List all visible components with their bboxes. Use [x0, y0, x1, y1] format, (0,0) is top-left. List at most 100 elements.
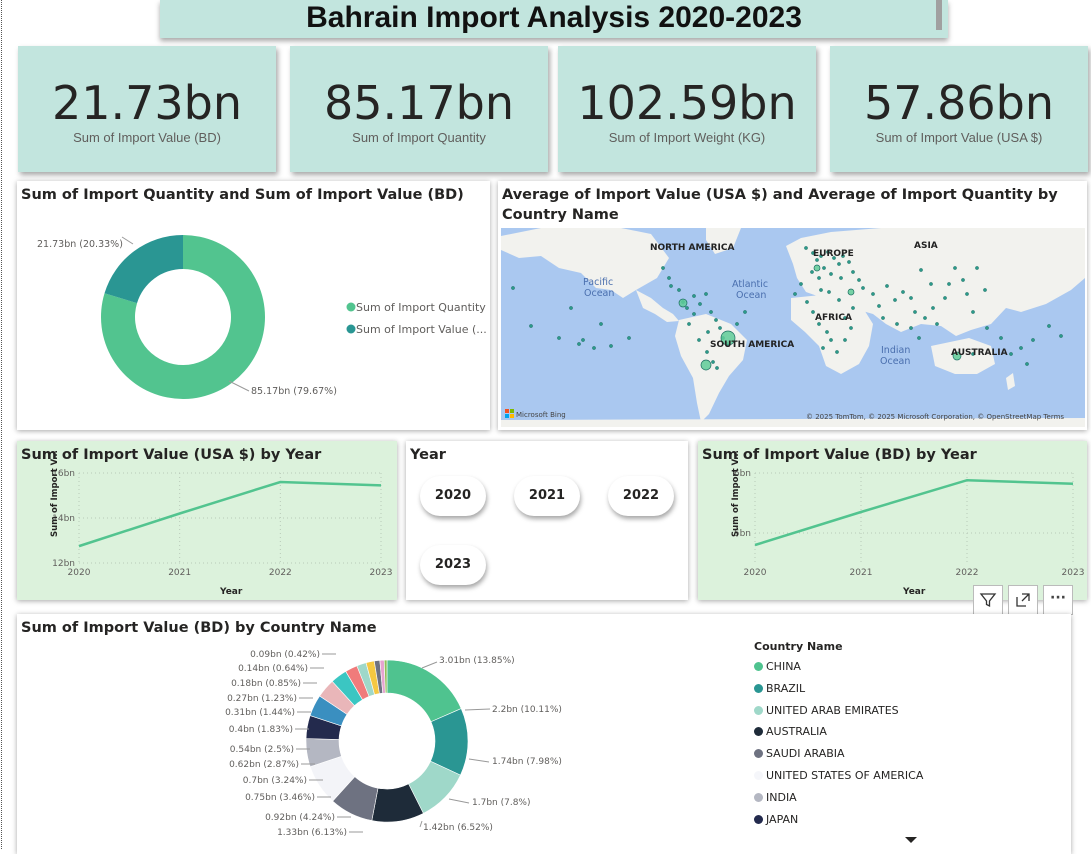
country-marker[interactable]	[709, 310, 713, 314]
country-marker[interactable]	[895, 322, 899, 326]
legend-item[interactable]: BRAZIL	[754, 682, 805, 695]
legend-item[interactable]: JAPAN	[754, 813, 798, 826]
country-marker[interactable]	[581, 338, 585, 342]
year-button-2021[interactable]: 2021	[514, 476, 580, 516]
donut-slice[interactable]	[386, 659, 462, 723]
country-marker[interactable]	[893, 298, 897, 302]
country-marker[interactable]	[961, 278, 965, 282]
country-marker[interactable]	[677, 288, 681, 292]
country-marker[interactable]	[705, 350, 709, 354]
country-marker[interactable]	[913, 310, 917, 314]
country-marker[interactable]	[909, 326, 913, 330]
country-marker[interactable]	[715, 366, 719, 370]
map-attribution[interactable]: © 2025 TomTom, © 2025 Microsoft Corporat…	[806, 413, 1064, 421]
kpi-card-import-value-bd[interactable]: 21.73bn Sum of Import Value (BD)	[18, 46, 276, 172]
country-marker[interactable]	[849, 326, 853, 330]
country-marker[interactable]	[881, 316, 885, 320]
country-marker[interactable]	[793, 292, 797, 296]
year-button-2020[interactable]: 2020	[420, 476, 486, 516]
country-marker[interactable]	[919, 268, 923, 272]
country-map-card[interactable]: Average of Import Value (USA $) and Aver…	[498, 181, 1087, 430]
country-marker[interactable]	[799, 282, 803, 286]
country-marker[interactable]	[667, 276, 671, 280]
country-marker[interactable]	[692, 312, 696, 316]
country-marker[interactable]	[975, 266, 979, 270]
country-marker[interactable]	[822, 266, 826, 270]
country-marker[interactable]	[825, 330, 829, 334]
usd-by-year-line-card[interactable]: Sum of Import Value (USA $) by Year 16bn…	[17, 441, 397, 600]
country-marker-large[interactable]	[813, 264, 821, 272]
country-marker[interactable]	[804, 246, 808, 250]
series-line[interactable]	[78, 480, 382, 548]
country-marker[interactable]	[1025, 362, 1029, 366]
country-marker[interactable]	[711, 360, 715, 364]
country-donut-card[interactable]: Sum of Import Value (BD) by Country Name…	[17, 614, 1071, 854]
kpi-card-import-weight[interactable]: 102.59bn Sum of Import Weight (KG)	[558, 46, 816, 172]
legend-item[interactable]: SAUDI ARABIA	[754, 747, 845, 760]
legend-item[interactable]: AUSTRALIA	[754, 725, 827, 738]
country-marker[interactable]	[837, 298, 841, 302]
country-marker[interactable]	[821, 346, 825, 350]
country-marker[interactable]	[829, 272, 833, 276]
country-marker[interactable]	[877, 304, 881, 308]
country-marker[interactable]	[511, 286, 515, 290]
country-marker[interactable]	[971, 310, 975, 314]
country-marker[interactable]	[714, 318, 718, 322]
country-marker[interactable]	[923, 316, 927, 320]
country-marker[interactable]	[697, 338, 701, 342]
country-marker[interactable]	[917, 336, 921, 340]
country-marker[interactable]	[557, 336, 561, 340]
country-marker[interactable]	[1031, 338, 1035, 342]
country-marker[interactable]	[592, 346, 596, 350]
legend-item[interactable]: INDIA	[754, 791, 797, 804]
country-marker[interactable]	[947, 282, 951, 286]
year-button-2023[interactable]: 2023	[420, 545, 486, 585]
country-marker[interactable]	[529, 324, 533, 328]
country-marker[interactable]	[685, 306, 689, 310]
country-marker[interactable]	[805, 300, 809, 304]
country-marker[interactable]	[1009, 352, 1013, 356]
year-slicer-card[interactable]: Year 2020 2021 2022 2023	[406, 441, 688, 600]
country-marker[interactable]	[929, 282, 933, 286]
country-marker[interactable]	[965, 292, 969, 296]
country-marker[interactable]	[827, 290, 831, 294]
country-marker[interactable]	[718, 326, 722, 330]
country-marker[interactable]	[577, 342, 581, 346]
country-marker[interactable]	[901, 290, 905, 294]
legend-item[interactable]: UNITED ARAB EMIRATES	[754, 704, 899, 717]
country-marker[interactable]	[843, 338, 847, 342]
country-marker-large[interactable]	[700, 359, 712, 371]
country-marker[interactable]	[931, 306, 935, 310]
country-marker[interactable]	[839, 276, 843, 280]
legend-label-quantity[interactable]: Sum of Import Quantity	[356, 301, 486, 314]
country-marker[interactable]	[885, 284, 889, 288]
legend-item[interactable]: UNITED STATES OF AMERICA	[754, 769, 923, 782]
country-marker-large[interactable]	[847, 288, 855, 296]
country-marker[interactable]	[861, 286, 865, 290]
country-marker[interactable]	[837, 262, 841, 266]
more-options-icon[interactable]: ···	[1043, 585, 1073, 615]
country-marker[interactable]	[829, 338, 833, 342]
country-marker[interactable]	[835, 350, 839, 354]
country-marker[interactable]	[627, 336, 631, 340]
country-marker[interactable]	[569, 306, 573, 310]
kpi-card-import-quantity[interactable]: 85.17bn Sum of Import Quantity	[290, 46, 548, 172]
country-marker-large[interactable]	[678, 298, 688, 308]
country-marker[interactable]	[953, 266, 957, 270]
country-marker[interactable]	[985, 326, 989, 330]
country-marker[interactable]	[871, 292, 875, 296]
country-marker[interactable]	[857, 278, 861, 282]
country-marker[interactable]	[847, 260, 851, 264]
country-marker[interactable]	[599, 322, 603, 326]
country-marker[interactable]	[661, 266, 665, 270]
country-marker[interactable]	[983, 288, 987, 292]
country-marker[interactable]	[1047, 324, 1051, 328]
year-button-2022[interactable]: 2022	[608, 476, 674, 516]
series-line[interactable]	[754, 478, 1074, 547]
country-marker[interactable]	[999, 336, 1003, 340]
country-marker[interactable]	[687, 322, 691, 326]
country-marker[interactable]	[698, 302, 702, 306]
country-marker[interactable]	[943, 296, 947, 300]
country-marker[interactable]	[819, 288, 823, 292]
country-marker[interactable]	[704, 292, 708, 296]
